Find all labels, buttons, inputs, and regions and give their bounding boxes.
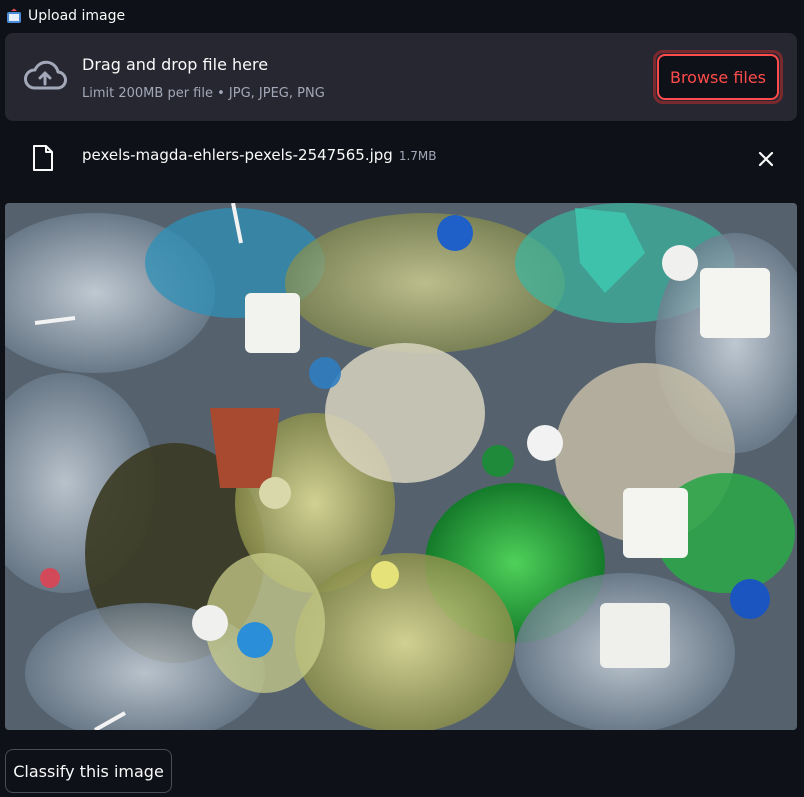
browse-files-button[interactable]: Browse files: [653, 50, 783, 104]
uploaded-file-row: pexels-magda-ehlers-pexels-2547565.jpg 1.…: [0, 137, 804, 177]
file-name: pexels-magda-ehlers-pexels-2547565.jpg 1.…: [82, 146, 436, 164]
dropzone-subtitle: Limit 200MB per file • JPG, JPEG, PNG: [82, 86, 325, 101]
framed-picture-icon: [7, 8, 21, 23]
image-preview: [5, 203, 797, 730]
uploader-label: Upload image: [6, 6, 125, 26]
dropzone-title: Drag and drop file here: [82, 55, 269, 74]
classify-image-button[interactable]: Classify this image: [5, 749, 172, 793]
file-name-text: pexels-magda-ehlers-pexels-2547565.jpg: [82, 146, 393, 164]
plastic-bottles-photo: [5, 203, 797, 730]
uploader-label-text: Upload image: [28, 8, 126, 24]
close-icon[interactable]: [757, 150, 775, 168]
file-dropzone[interactable]: Drag and drop file here Limit 200MB per …: [5, 33, 797, 121]
cloud-upload-icon: [24, 60, 67, 90]
file-icon: [33, 145, 53, 171]
file-size: 1.7MB: [398, 149, 437, 163]
